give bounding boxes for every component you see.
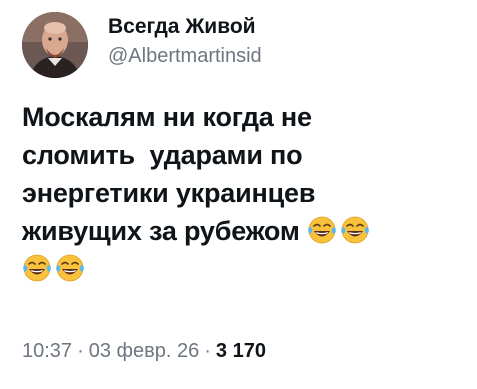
tweet-line-4-text: живущих за рубежом bbox=[22, 216, 300, 246]
tweet-body: Москалям ни когда не сломить ударами по … bbox=[22, 98, 462, 288]
tweet-meta: 10:37 · 03 февр. 26 · 3 170 bbox=[22, 338, 266, 364]
author-display-name[interactable]: Всегда Живой bbox=[108, 14, 256, 40]
author-handle[interactable]: @Albertmartinsid bbox=[108, 43, 262, 69]
face-with-tears-of-joy-icon bbox=[55, 253, 85, 283]
tweet-date[interactable]: 03 февр. 26 bbox=[89, 340, 200, 362]
emoji-row-2 bbox=[22, 254, 88, 284]
face-with-tears-of-joy-icon bbox=[340, 215, 370, 245]
tweet-line-3: энергетики украинцев bbox=[22, 178, 316, 208]
tweet-line-2: сломить ударами по bbox=[22, 140, 303, 170]
meta-separator: · bbox=[77, 340, 84, 362]
view-count: 3 170 bbox=[215, 340, 266, 362]
tweet-line-5 bbox=[22, 250, 462, 288]
avatar[interactable] bbox=[22, 12, 88, 78]
emoji-row-1 bbox=[307, 216, 373, 246]
face-with-tears-of-joy-icon bbox=[307, 215, 337, 245]
meta-separator: · bbox=[204, 340, 211, 362]
face-with-tears-of-joy-icon bbox=[22, 253, 52, 283]
portrait-avatar-icon bbox=[22, 12, 88, 78]
tweet-line-1: Москалям ни когда не bbox=[22, 102, 312, 132]
tweet-line-4: живущих за рубежом bbox=[22, 212, 462, 250]
tweet-time[interactable]: 10:37 bbox=[22, 340, 72, 362]
tweet-card: Всегда Живой @Albertmartinsid Москалям н… bbox=[0, 0, 477, 389]
